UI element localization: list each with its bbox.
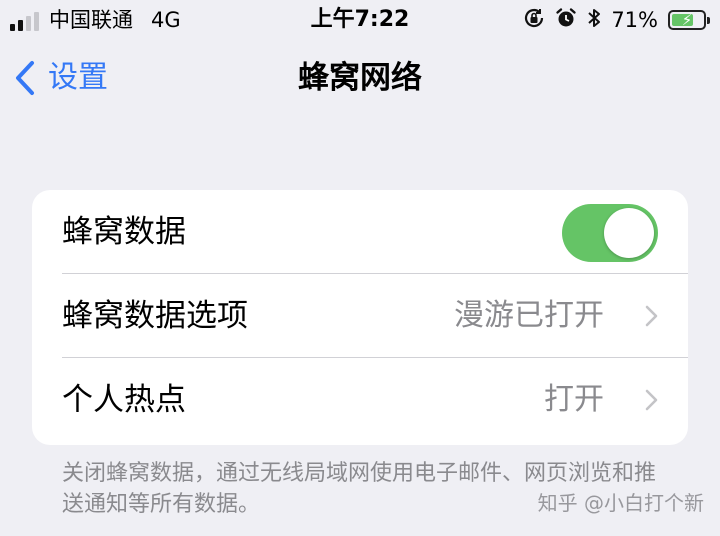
row-value: 漫游已打开 xyxy=(454,298,604,333)
chevron-right-icon xyxy=(644,388,658,416)
row-label: 蜂窝数据选项 xyxy=(62,298,248,334)
row-label: 蜂窝数据 xyxy=(62,214,186,250)
battery-percent: 71% xyxy=(611,8,658,32)
page-title: 蜂窝网络 xyxy=(298,60,422,96)
row-personal-hotspot[interactable]: 个人热点 打开 xyxy=(32,358,688,442)
row-label: 个人热点 xyxy=(62,382,186,418)
watermark: 知乎 @小白打个新 xyxy=(537,491,704,515)
row-cellular-data: 蜂窝数据 xyxy=(32,190,688,274)
bluetooth-icon xyxy=(587,7,601,33)
battery-icon: ⚡ xyxy=(668,10,710,30)
toggle-knob xyxy=(604,208,654,258)
alarm-icon xyxy=(555,7,577,33)
row-cellular-data-options[interactable]: 蜂窝数据选项 漫游已打开 xyxy=(32,274,688,358)
battery-nub xyxy=(707,17,710,24)
status-right: 71% ⚡ xyxy=(523,6,710,34)
charging-bolt-icon: ⚡ xyxy=(681,11,693,29)
status-bar: 中国联通 4G 上午7:22 71% ⚡ xyxy=(0,0,720,40)
orientation-lock-icon xyxy=(523,7,545,33)
navigation-bar: 设置 蜂窝网络 xyxy=(0,50,720,110)
cellular-data-toggle[interactable] xyxy=(562,204,658,262)
settings-group: 蜂窝数据 蜂窝数据选项 漫游已打开 个人热点 打开 xyxy=(32,190,688,445)
row-value: 打开 xyxy=(544,382,604,417)
chevron-right-icon xyxy=(644,304,658,332)
